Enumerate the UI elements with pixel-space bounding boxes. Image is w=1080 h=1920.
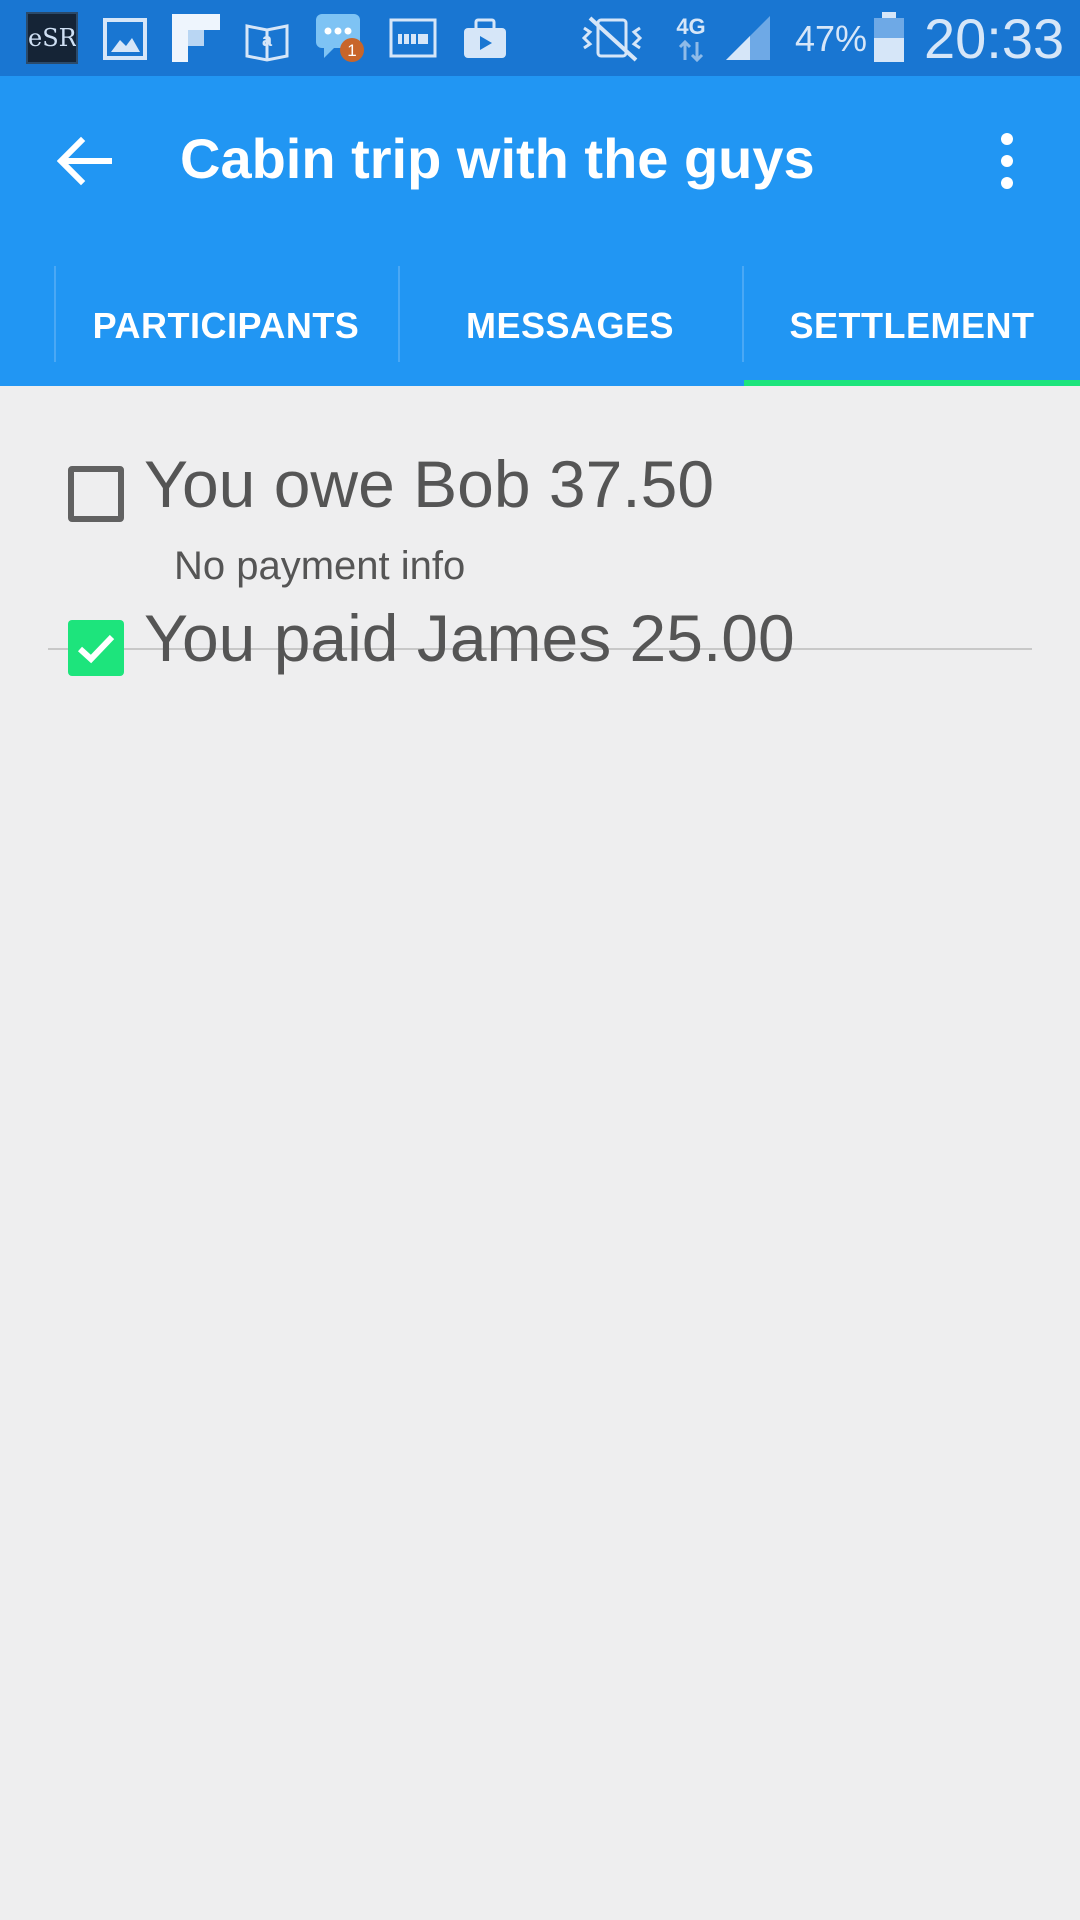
kindle-icon: a [245, 24, 289, 62]
svg-text:4G: 4G [676, 14, 705, 39]
flipboard-icon [172, 14, 220, 62]
settlement-checkbox[interactable] [68, 466, 124, 522]
settlement-text: You paid James 25.00 [144, 601, 795, 675]
tab-settlement[interactable]: SETTLEMENT [744, 266, 1080, 386]
settlement-text: You owe Bob 37.50 [144, 447, 715, 521]
status-bar: eSRa a 1 4 [0, 0, 1080, 76]
settlement-checkbox[interactable] [68, 620, 124, 676]
more-vert-icon [1001, 133, 1013, 145]
gallery-icon [103, 18, 147, 60]
4g-icon: 4G [676, 14, 706, 63]
vibrate-mute-icon [581, 16, 643, 62]
settlement-list: You owe Bob 37.50 No payment info You pa… [0, 386, 1080, 1920]
arrow-back-icon [57, 136, 112, 186]
settlement-item[interactable]: You paid James 25.00 [48, 592, 1032, 702]
checkmark-icon [77, 634, 115, 664]
tab-participants[interactable]: PARTICIPANTS [54, 266, 398, 386]
overflow-menu-button[interactable] [982, 116, 1032, 206]
signal-icon [726, 16, 770, 60]
dtv-icon [389, 18, 437, 58]
battery-icon [874, 12, 904, 62]
messaging-icon: 1 [316, 14, 364, 62]
payment-info-text: No payment info [174, 544, 466, 588]
page-title: Cabin trip with the guys [180, 127, 815, 190]
essra-icon: eSRa [26, 12, 78, 64]
battery-percent: 47% [795, 18, 868, 59]
svg-text:1: 1 [347, 41, 356, 60]
tab-messages[interactable]: MESSAGES [398, 266, 742, 386]
briefcase-icon [464, 18, 506, 58]
clock: 20:33 [924, 7, 1065, 70]
back-button[interactable] [40, 116, 130, 206]
app-bar: Cabin trip with the guys PARTICIPANTS ME… [0, 76, 1080, 386]
svg-text:a: a [262, 30, 273, 50]
